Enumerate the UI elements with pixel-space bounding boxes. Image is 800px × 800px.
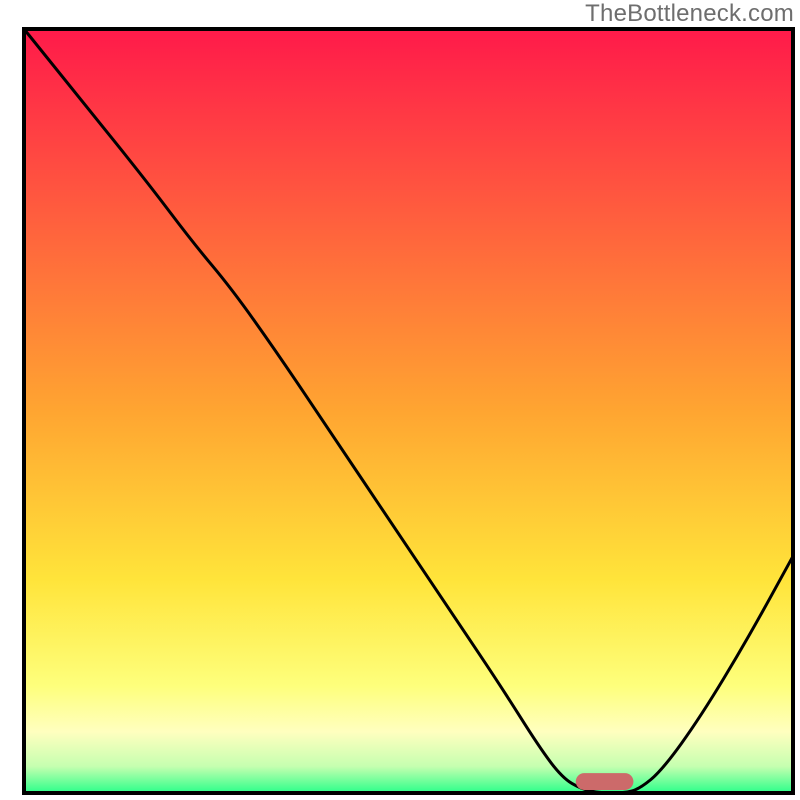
- plot-area: [24, 29, 793, 793]
- bottleneck-chart: [0, 0, 800, 800]
- chart-container: TheBottleneck.com: [0, 0, 800, 800]
- gradient-background: [24, 29, 793, 793]
- optimal-marker: [576, 773, 634, 790]
- watermark-text: TheBottleneck.com: [585, 0, 794, 28]
